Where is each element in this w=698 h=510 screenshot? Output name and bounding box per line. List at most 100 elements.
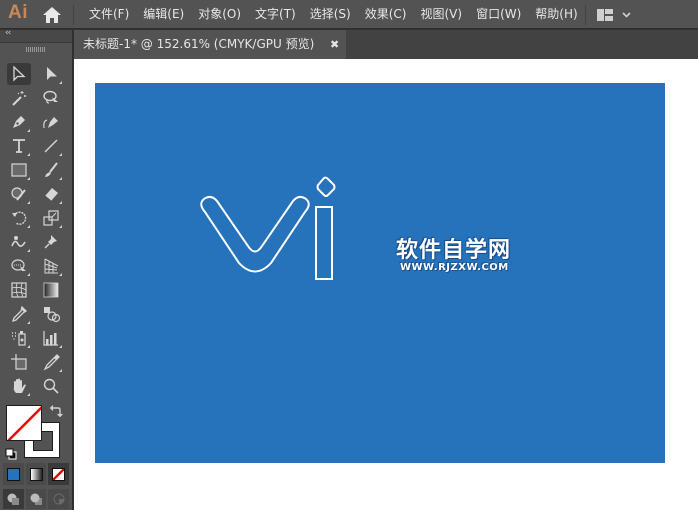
default-fill-stroke-icon[interactable]	[5, 445, 17, 460]
tools-panel: ‹‹	[0, 28, 73, 510]
slice-tool[interactable]	[39, 351, 63, 373]
none-swatch-icon	[52, 467, 66, 481]
app-logo: Ai	[8, 2, 28, 23]
menu-help[interactable]: 帮助(H)	[528, 0, 584, 29]
collapse-panel-button[interactable]: ‹‹	[5, 28, 11, 38]
hand-icon	[13, 378, 26, 393]
direct-selection-arrow-icon	[47, 67, 57, 80]
swap-fill-stroke-icon[interactable]	[49, 403, 63, 418]
hand-tool[interactable]	[7, 375, 31, 397]
gradient-icon	[43, 282, 59, 298]
menu-effect[interactable]: 效果(C)	[358, 0, 414, 29]
menu-type[interactable]: 文字(T)	[248, 0, 303, 29]
scale-tool[interactable]	[39, 207, 63, 229]
line-segment-tool[interactable]	[39, 135, 63, 157]
color-mode-button[interactable]	[3, 463, 24, 485]
gradient-swatch-icon	[29, 467, 43, 481]
curvature-tool[interactable]	[39, 111, 63, 133]
scale-icon	[43, 210, 59, 226]
eyedropper-tool[interactable]	[7, 303, 31, 325]
document-tab-title: 未标题-1* @ 152.61% (CMYK/GPU 预览)	[83, 37, 315, 51]
rotate-tool[interactable]	[7, 207, 31, 229]
type-t-icon	[13, 139, 25, 153]
magic-wand-tool[interactable]	[7, 87, 31, 109]
rectangle-tool[interactable]	[7, 159, 31, 181]
none-slash-icon	[7, 406, 41, 440]
close-icon[interactable]: ✖	[330, 30, 339, 59]
solid-color-icon	[6, 467, 20, 481]
menu-file[interactable]: 文件(F)	[82, 0, 136, 29]
draw-behind-button[interactable]	[25, 489, 47, 509]
shape-builder-icon	[11, 259, 26, 271]
menu-select[interactable]: 选择(S)	[303, 0, 358, 29]
document-tab[interactable]: 未标题-1* @ 152.61% (CMYK/GPU 预览) ✖	[74, 30, 346, 59]
pen-tool[interactable]	[7, 111, 31, 133]
magnifier-icon	[43, 378, 59, 394]
watermark-title: 软件自学网	[396, 238, 512, 263]
eyedropper-icon	[11, 305, 28, 323]
lasso-icon	[43, 90, 58, 104]
rectangle-icon	[11, 163, 27, 177]
type-tool[interactable]	[7, 135, 31, 157]
none-mode-button[interactable]	[48, 463, 70, 485]
workspace-switcher-button[interactable]	[596, 7, 634, 23]
fill-swatch-none[interactable]	[6, 405, 42, 441]
color-mode-row	[3, 463, 70, 485]
gradient-tool[interactable]	[39, 279, 63, 301]
menu-window[interactable]: 窗口(W)	[469, 0, 528, 29]
zoom-tool[interactable]	[39, 375, 63, 397]
pushpin-icon	[44, 235, 57, 249]
warp-icon	[11, 236, 26, 247]
panel-grip-handle[interactable]	[26, 47, 46, 52]
mesh-tool[interactable]	[7, 279, 31, 301]
paintbrush-icon	[45, 162, 58, 177]
perspective-grid-tool[interactable]	[39, 255, 63, 277]
gradient-mode-button[interactable]	[25, 463, 47, 485]
mesh-icon	[11, 282, 27, 298]
paintbrush-tool[interactable]	[39, 159, 63, 181]
draw-normal-icon	[7, 493, 20, 505]
menu-edit[interactable]: 编辑(E)	[136, 0, 191, 29]
watermark: 软件自学网 WWW.RJZXW.COM	[396, 232, 546, 278]
rotate-icon	[12, 211, 27, 225]
puppet-warp-tool[interactable]	[39, 231, 63, 253]
menu-divider	[73, 5, 74, 25]
i-stem-outline	[315, 206, 333, 280]
shaper-icon	[11, 187, 26, 201]
lasso-tool[interactable]	[39, 87, 63, 109]
symbol-sprayer-icon	[12, 331, 26, 346]
artboard[interactable]: 软件自学网 WWW.RJZXW.COM	[95, 83, 665, 463]
direct-selection-tool[interactable]	[39, 63, 63, 85]
artboard-tool[interactable]	[7, 351, 31, 373]
column-graph-icon	[43, 331, 58, 346]
workspace-layout-icon	[597, 9, 613, 21]
selection-arrow-icon	[13, 65, 26, 82]
draw-behind-icon	[30, 493, 42, 505]
home-icon[interactable]	[42, 6, 62, 24]
warp-tool[interactable]	[7, 231, 31, 253]
canvas-area[interactable]: 软件自学网 WWW.RJZXW.COM	[74, 59, 698, 510]
column-graph-tool[interactable]	[39, 327, 63, 349]
menu-view[interactable]: 视图(V)	[413, 0, 469, 29]
blend-icon	[44, 307, 61, 323]
selection-tool[interactable]	[7, 63, 31, 85]
curvature-pen-icon	[43, 117, 58, 129]
draw-inside-button[interactable]	[48, 489, 70, 509]
shaper-tool[interactable]	[7, 183, 31, 205]
draw-normal-button[interactable]	[3, 489, 24, 509]
tools-panel-header: ‹‹	[0, 28, 72, 43]
vi-logo-artwork[interactable]	[95, 83, 665, 463]
document-tab-bar: 未标题-1* @ 152.61% (CMYK/GPU 预览) ✖	[74, 30, 698, 59]
pen-nib-icon	[13, 116, 25, 128]
blend-tool[interactable]	[39, 303, 63, 325]
draw-inside-icon	[53, 493, 65, 505]
chevron-down-icon	[622, 12, 631, 18]
symbol-sprayer-tool[interactable]	[7, 327, 31, 349]
eraser-tool[interactable]	[39, 183, 63, 205]
slice-knife-icon	[43, 354, 60, 371]
magic-wand-icon	[12, 91, 26, 106]
shape-builder-tool[interactable]	[7, 255, 31, 277]
eraser-icon	[44, 188, 58, 202]
menu-object[interactable]: 对象(O)	[191, 0, 248, 29]
i-dot-diamond-outline	[316, 176, 336, 197]
